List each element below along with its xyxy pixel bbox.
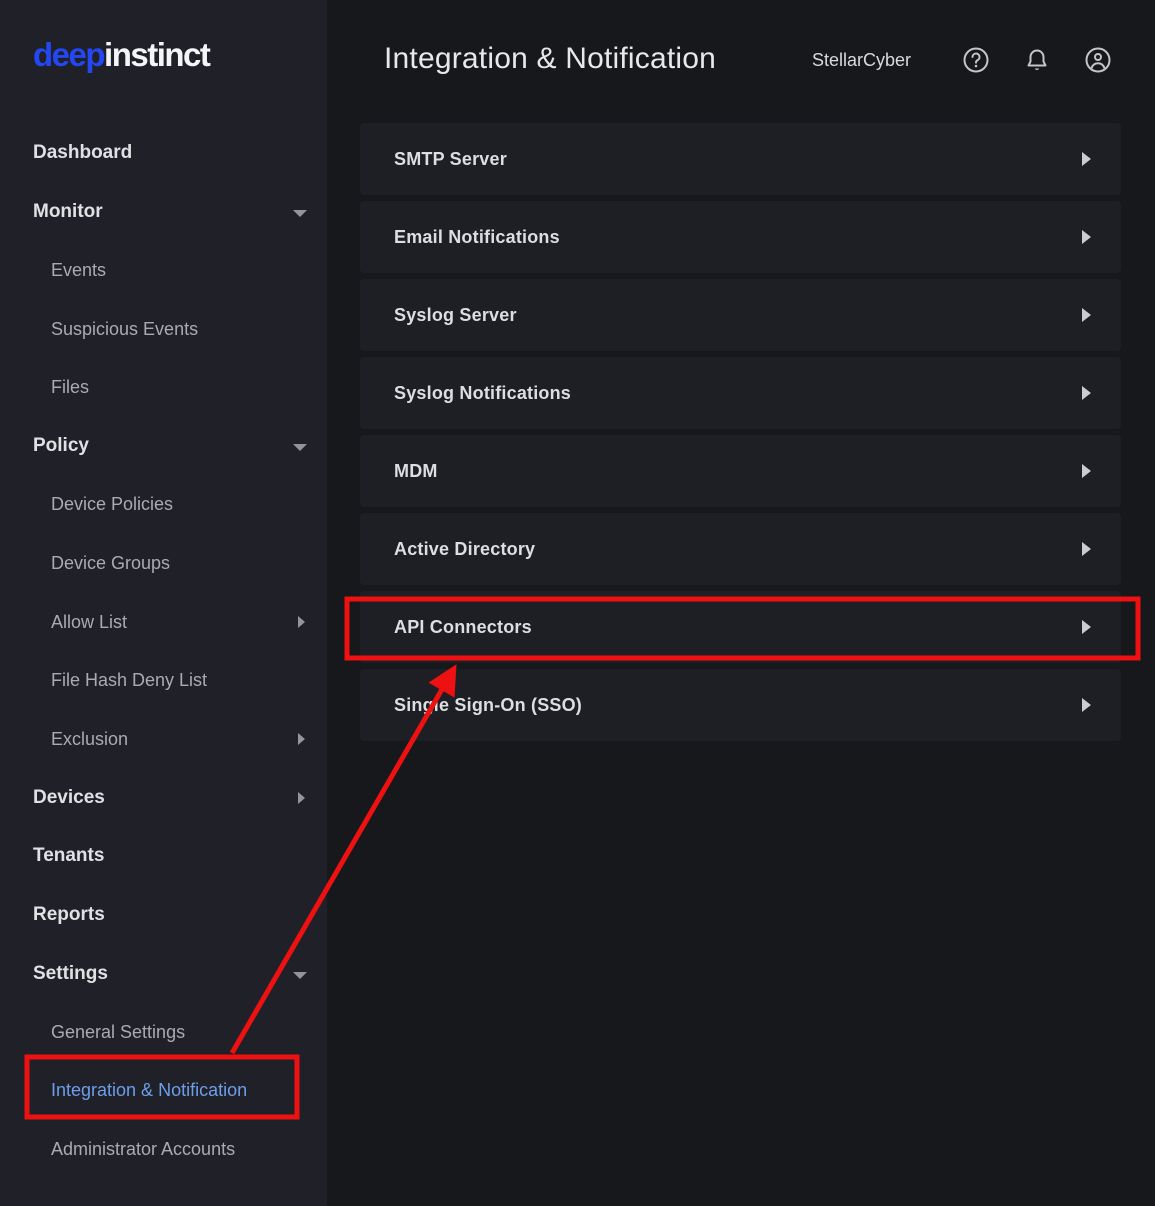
sidebar-item-administrator-accounts[interactable]: Administrator Accounts [0, 1120, 327, 1179]
sidebar-item-file-hash-deny-list[interactable]: File Hash Deny List [0, 651, 327, 710]
sidebar-item-label: Policy [33, 435, 89, 457]
sidebar-item-device-groups[interactable]: Device Groups [0, 534, 327, 593]
sidebar-item-label: Device Groups [51, 553, 170, 574]
chevron-down-icon [293, 444, 307, 451]
sidebar-item-label: Events [51, 260, 106, 281]
sidebar-item-reports[interactable]: Reports [0, 886, 327, 945]
chevron-right-icon [1082, 308, 1091, 322]
sidebar-item-label: General Settings [51, 1022, 185, 1043]
sidebar-item-label: Reports [33, 904, 105, 926]
sidebar-item-label: Administrator Accounts [51, 1139, 235, 1160]
integration-row-label: SMTP Server [394, 149, 507, 170]
sidebar-item-label: Settings [33, 963, 108, 985]
sidebar-item-label: Devices [33, 787, 105, 809]
logo-text-white: instinct [104, 36, 209, 73]
sidebar-item-suspicious-events[interactable]: Suspicious Events [0, 300, 327, 359]
chevron-right-icon [298, 616, 305, 628]
chevron-right-icon [1082, 464, 1091, 478]
integration-row-active-directory[interactable]: Active Directory [360, 513, 1121, 585]
sidebar-item-label: Monitor [33, 201, 103, 223]
deep-instinct-logo[interactable]: deepinstinct [33, 36, 209, 74]
sidebar-item-label: Integration & Notification [51, 1080, 247, 1101]
sidebar-item-devices[interactable]: Devices [0, 769, 327, 828]
sidebar-item-allow-list[interactable]: Allow List [0, 593, 327, 652]
sidebar-item-label: Tenants [33, 845, 104, 867]
chevron-right-icon [1082, 698, 1091, 712]
sidebar-item-integration-notification[interactable]: Integration & Notification [0, 1062, 327, 1121]
notifications-icon[interactable] [1023, 46, 1051, 74]
sidebar-item-dashboard[interactable]: Dashboard [0, 124, 327, 183]
sidebar-item-files[interactable]: Files [0, 358, 327, 417]
logo-text-blue: deep [33, 36, 104, 73]
integration-row-label: Single Sign-On (SSO) [394, 695, 582, 716]
sidebar-item-policy[interactable]: Policy [0, 417, 327, 476]
integration-row-smtp-server[interactable]: SMTP Server [360, 123, 1121, 195]
sidebar-item-label: Exclusion [51, 729, 128, 750]
integration-row-label: Active Directory [394, 539, 535, 560]
sidebar: deepinstinct Dashboard Monitor Events Su… [0, 0, 327, 1206]
page-title: Integration & Notification [384, 42, 716, 76]
integration-row-email-notifications[interactable]: Email Notifications [360, 201, 1121, 273]
chevron-right-icon [298, 733, 305, 745]
chevron-right-icon [1082, 542, 1091, 556]
integration-row-syslog-server[interactable]: Syslog Server [360, 279, 1121, 351]
chevron-down-icon [293, 210, 307, 217]
sidebar-item-events[interactable]: Events [0, 241, 327, 300]
sidebar-item-settings[interactable]: Settings [0, 944, 327, 1003]
sidebar-item-label: Files [51, 377, 89, 398]
integration-row-single-sign-on-sso[interactable]: Single Sign-On (SSO) [360, 669, 1121, 741]
sidebar-item-device-policies[interactable]: Device Policies [0, 476, 327, 535]
integration-row-label: MDM [394, 461, 438, 482]
integration-row-mdm[interactable]: MDM [360, 435, 1121, 507]
sidebar-item-label: File Hash Deny List [51, 670, 207, 691]
sidebar-item-tenants[interactable]: Tenants [0, 827, 327, 886]
sidebar-item-label: Allow List [51, 612, 127, 633]
sidebar-item-label: Device Policies [51, 494, 173, 515]
sidebar-item-general-settings[interactable]: General Settings [0, 1003, 327, 1062]
chevron-right-icon [298, 792, 305, 804]
sidebar-item-monitor[interactable]: Monitor [0, 183, 327, 242]
account-icon[interactable] [1084, 46, 1112, 74]
integration-row-label: Email Notifications [394, 227, 560, 248]
chevron-down-icon [293, 972, 307, 979]
sidebar-item-label: Dashboard [33, 142, 132, 164]
sidebar-nav: Dashboard Monitor Events Suspicious Even… [0, 124, 327, 1179]
integration-row-label: Syslog Notifications [394, 383, 571, 404]
sidebar-item-label: Suspicious Events [51, 319, 198, 340]
integration-row-api-connectors[interactable]: API Connectors [360, 591, 1121, 663]
chevron-right-icon [1082, 152, 1091, 166]
integration-panel-list: SMTP Server Email Notifications Syslog S… [360, 123, 1121, 747]
help-icon[interactable] [962, 46, 990, 74]
chevron-right-icon [1082, 386, 1091, 400]
sidebar-item-exclusion[interactable]: Exclusion [0, 710, 327, 769]
chevron-right-icon [1082, 620, 1091, 634]
chevron-right-icon [1082, 230, 1091, 244]
integration-row-label: API Connectors [394, 617, 532, 638]
integration-row-syslog-notifications[interactable]: Syslog Notifications [360, 357, 1121, 429]
integration-row-label: Syslog Server [394, 305, 517, 326]
tenant-name[interactable]: StellarCyber [812, 50, 911, 71]
page-header: Integration & Notification StellarCyber [327, 0, 1155, 120]
